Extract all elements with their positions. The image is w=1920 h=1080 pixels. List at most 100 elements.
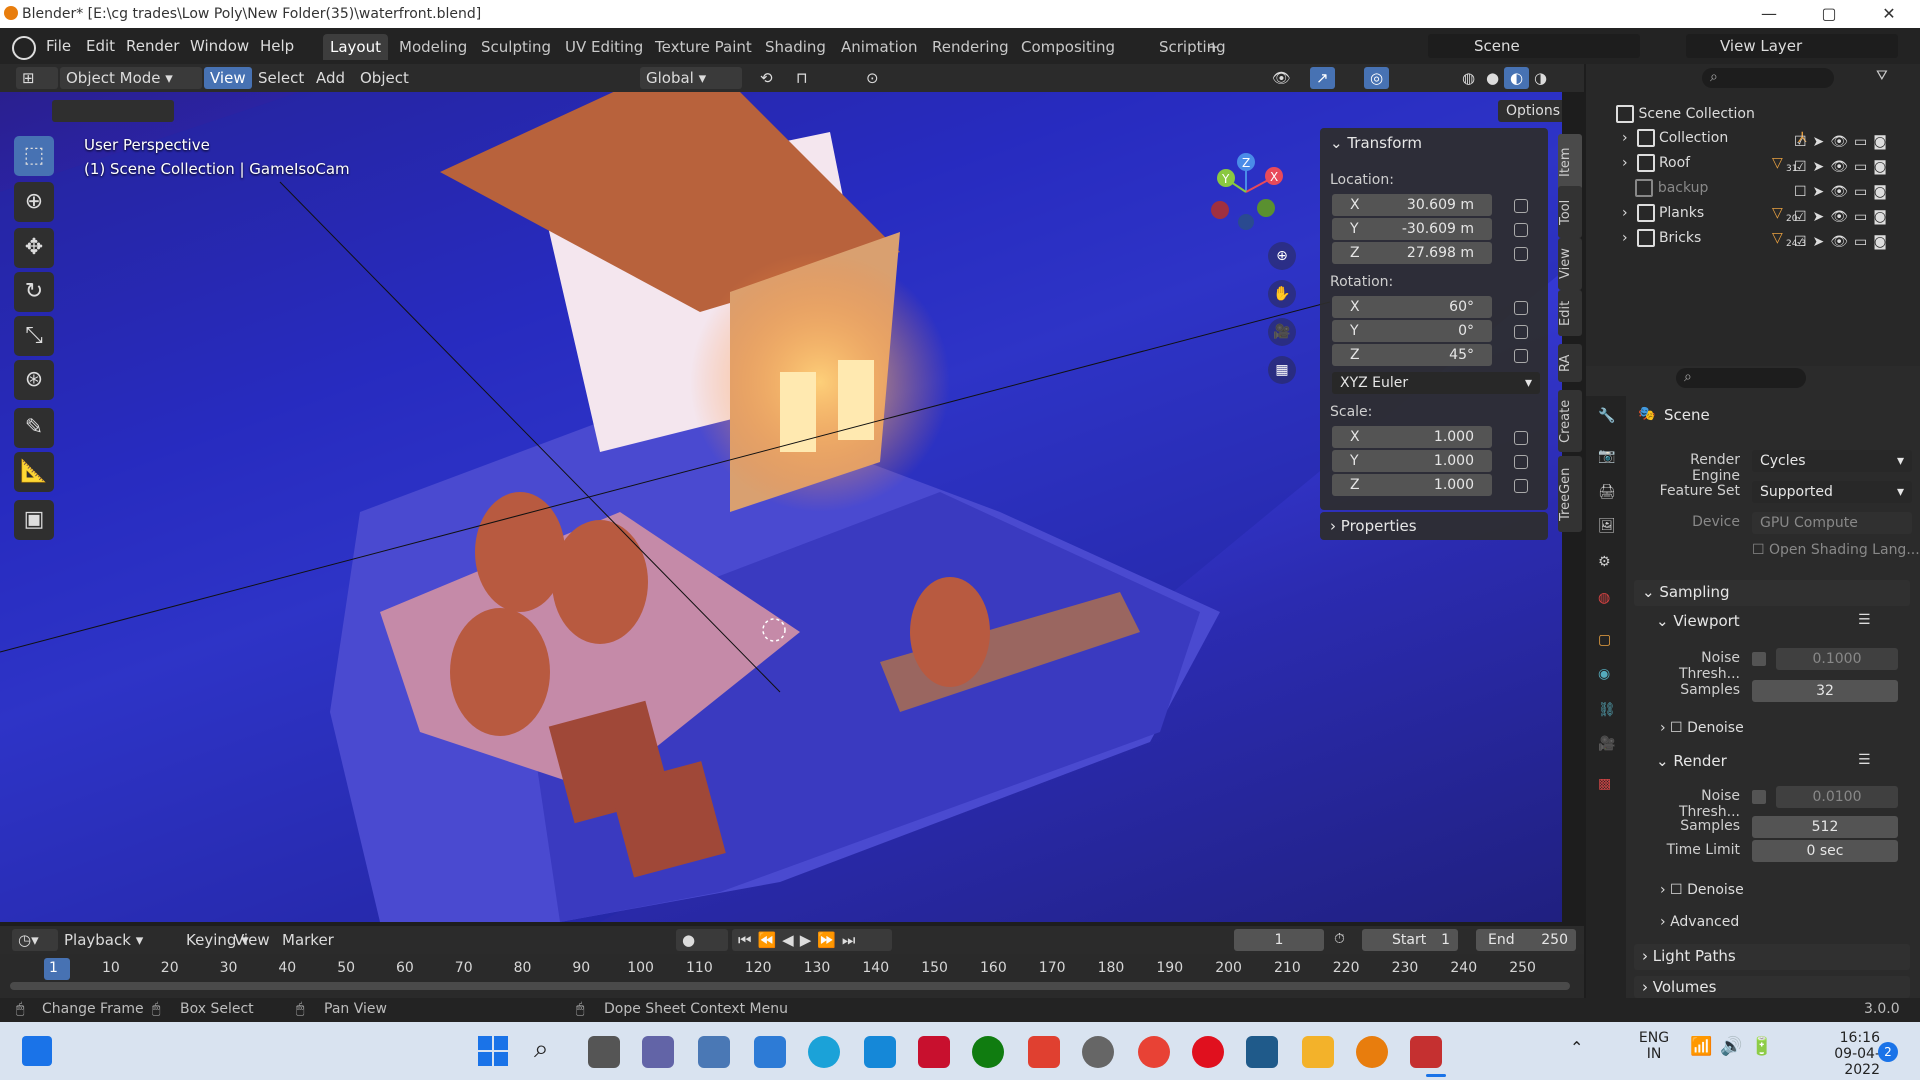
scale-tool[interactable]: ⤡	[14, 316, 54, 356]
options-dropdown[interactable]: Options ▾	[1498, 100, 1562, 122]
system-tray-icons[interactable]: 📶🔊🔋	[1690, 1036, 1781, 1057]
language-indicator[interactable]: ENG IN	[1636, 1030, 1672, 1062]
gizmo-toggle-icon[interactable]: ↗	[1310, 67, 1335, 89]
mode-dropdown[interactable]: Object Mode ▾	[60, 67, 202, 89]
lock-icon[interactable]	[1514, 455, 1528, 469]
physics-tab-icon[interactable]: ◉	[1598, 666, 1610, 682]
osl-checkbox[interactable]: ☐ Open Shading Lang...	[1752, 542, 1920, 558]
add-menu[interactable]: Add	[310, 67, 351, 89]
chrome-icon[interactable]	[1138, 1036, 1170, 1068]
menu-file[interactable]: File	[40, 34, 77, 58]
end-frame-field[interactable]: End 250	[1476, 929, 1576, 951]
orientation-dropdown[interactable]: Global ▾	[640, 67, 742, 89]
viewport-noise-threshold-field[interactable]: 0.1000	[1776, 648, 1898, 670]
location-x-field[interactable]: X 30.609 m	[1332, 194, 1492, 216]
sampling-panel-header[interactable]: ⌄ Sampling	[1634, 580, 1910, 606]
tab-view[interactable]: View	[1558, 238, 1582, 290]
denoise-subpanel[interactable]: › ☐ Denoise	[1660, 882, 1744, 898]
lock-icon[interactable]	[1514, 479, 1528, 493]
edge-icon[interactable]	[808, 1036, 840, 1068]
outliner-root[interactable]: Scene Collection	[1616, 102, 1755, 127]
file-explorer-icon[interactable]	[1302, 1036, 1334, 1068]
noise-threshold-checkbox[interactable]	[1752, 790, 1766, 804]
lock-icon[interactable]	[1514, 431, 1528, 445]
viewport-samples-field[interactable]: 32	[1752, 680, 1898, 702]
noise-threshold-checkbox[interactable]	[1752, 652, 1766, 666]
move-tool[interactable]: ✥	[14, 228, 54, 268]
scale-y-field[interactable]: Y 1.000	[1332, 450, 1492, 472]
tab-item[interactable]: Item	[1558, 134, 1582, 190]
visibility-icon[interactable]: 👁	[1266, 67, 1297, 89]
outliner-search-input[interactable]: ⌕	[1702, 68, 1834, 88]
notification-badge[interactable]: 2	[1878, 1042, 1898, 1062]
timeline-view-menu[interactable]: View	[228, 929, 276, 951]
texture-tab-icon[interactable]: ▩	[1598, 776, 1611, 792]
xbox-icon[interactable]	[972, 1036, 1004, 1068]
add-workspace-button[interactable]: +	[1200, 34, 1227, 60]
mail-icon[interactable]	[754, 1036, 786, 1068]
annotate-tool[interactable]: ✎	[14, 408, 54, 448]
object-menu[interactable]: Object	[354, 67, 415, 89]
close-button[interactable]: ✕	[1866, 2, 1912, 26]
tab-sculpting[interactable]: Sculpting	[474, 34, 558, 60]
overlay-toggle-icon[interactable]: ◎	[1364, 67, 1390, 89]
render-subpanel-header[interactable]: ⌄ Render	[1656, 752, 1727, 770]
lock-icon[interactable]	[1514, 199, 1528, 213]
viewport-subpanel-header[interactable]: ⌄ Viewport	[1656, 612, 1740, 630]
view-layer-tab-icon[interactable]: 🖼	[1598, 518, 1616, 534]
select-mode-buttons[interactable]	[52, 100, 174, 122]
tab-animation[interactable]: Animation	[834, 34, 924, 60]
output-tab-icon[interactable]: 🖨	[1598, 484, 1616, 500]
world-tab-icon[interactable]: ◍	[1598, 590, 1610, 606]
teams-chat-icon[interactable]	[642, 1036, 674, 1068]
tab-compositing[interactable]: Compositing	[1014, 34, 1122, 60]
tab-modeling[interactable]: Modeling	[392, 34, 474, 60]
corel-icon[interactable]	[1028, 1036, 1060, 1068]
tool-tab-icon[interactable]: 🔧	[1598, 408, 1615, 424]
constraints-tab-icon[interactable]: ⛓	[1598, 702, 1616, 718]
render-noise-threshold-field[interactable]: 0.0100	[1776, 786, 1898, 808]
navigation-gizmo[interactable]: Z X Y	[1200, 142, 1300, 242]
filter-icon[interactable]: ⛛	[1876, 68, 1888, 84]
select-menu[interactable]: Select	[252, 67, 310, 89]
device-dropdown[interactable]: GPU Compute	[1752, 512, 1912, 534]
opera-icon[interactable]	[1192, 1036, 1224, 1068]
blender-menu-icon[interactable]	[12, 36, 36, 60]
light-paths-panel-header[interactable]: › Light Paths	[1634, 944, 1910, 970]
rendered-shading-icon[interactable]: ◑	[1528, 67, 1553, 89]
cursor-tool[interactable]: ⊕	[14, 182, 54, 222]
view-menu[interactable]: View	[204, 67, 252, 89]
lock-icon[interactable]	[1514, 247, 1528, 261]
timeline-editor-type[interactable]: ◷▾	[12, 929, 58, 951]
tab-shading[interactable]: Shading	[758, 34, 833, 60]
current-frame-field[interactable]: 1	[1234, 929, 1324, 951]
proportional-edit-icon[interactable]: ⊙	[860, 67, 885, 89]
measure-tool[interactable]: 📐	[14, 452, 54, 492]
snap-icon[interactable]: ⊓	[790, 67, 814, 89]
settings-icon[interactable]	[1082, 1036, 1114, 1068]
tab-texture-paint[interactable]: Texture Paint	[648, 34, 759, 60]
marker-menu[interactable]: Marker	[276, 929, 340, 951]
scale-z-field[interactable]: Z 1.000	[1332, 474, 1492, 496]
auto-key-button[interactable]: ●	[676, 929, 728, 951]
view-layer-selector[interactable]: View Layer	[1686, 34, 1898, 58]
lock-icon[interactable]	[1514, 301, 1528, 315]
snipping-tool-icon[interactable]	[1410, 1036, 1442, 1068]
scene-selector[interactable]: Scene	[1428, 34, 1640, 58]
rotate-tool[interactable]: ↻	[14, 272, 54, 312]
scene-tab-icon[interactable]: ⚙	[1598, 554, 1611, 570]
presets-icon[interactable]: ☰	[1858, 612, 1871, 628]
widgets-icon[interactable]	[22, 1036, 52, 1066]
transform-header[interactable]: ⌄ Transform	[1330, 134, 1422, 152]
solid-shading-icon[interactable]: ●	[1480, 67, 1505, 89]
advanced-subpanel[interactable]: › Advanced	[1660, 914, 1739, 930]
material-shading-icon[interactable]: ◐	[1504, 67, 1530, 89]
tab-layout[interactable]: Layout	[323, 34, 388, 60]
tab-treegen[interactable]: TreeGen	[1558, 456, 1582, 532]
feature-set-dropdown[interactable]: Supported ▾	[1752, 481, 1912, 503]
location-z-field[interactable]: Z 27.698 m	[1332, 242, 1492, 264]
select-box-tool[interactable]: ⬚	[14, 136, 54, 176]
presets-icon[interactable]: ☰	[1858, 752, 1871, 768]
wireframe-shading-icon[interactable]: ◍	[1456, 67, 1481, 89]
tab-edit[interactable]: Edit	[1558, 290, 1582, 336]
